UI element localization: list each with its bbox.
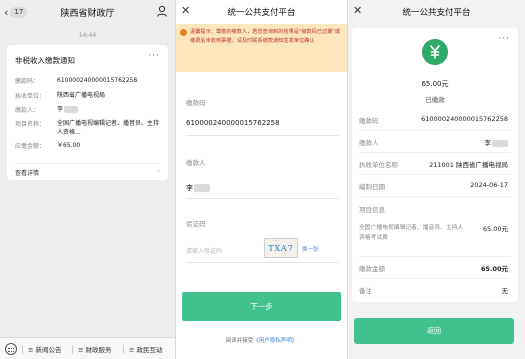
row-divider [359,152,511,153]
row-value-code: 610000240000015762258 [57,77,138,84]
captcha-image[interactable]: TXA7 [264,238,298,258]
captcha-label: 验证码 [186,220,206,228]
chevron-right-icon: › [157,167,160,175]
receipt-card: ··· 65.00元 已缴款 缴款码 610000240000015762258… [352,28,518,302]
row-divider [359,278,511,279]
paid-amount: 65.00元 [421,80,449,88]
card-title: 非税收入缴款通知 [15,56,75,65]
payer-label: 缴款人 [186,159,206,167]
row-value-unit: 211001 陕西省广播电视局 [429,161,508,169]
row-value-date: 2024-06-17 [470,181,508,189]
row-value-payer: 李 [57,105,161,114]
message-timestamp: 14:44 [78,32,97,39]
row-divider [359,196,511,197]
row-value-payer: 李 [485,137,508,147]
return-button[interactable]: 返回 [354,318,514,344]
next-button[interactable]: 下一步 [182,292,341,321]
row-divider [359,174,511,175]
row-value-amount: ￥65.00 [57,142,81,149]
keyboard-icon[interactable] [5,343,17,355]
remark-value: 无 [501,287,509,295]
payment-form-screen: ✕ 统一公共支付平台 温馨提示：尊敬的缴款人，若您查询到的结果是"缴款码已过期"… [176,0,347,359]
row-divider [359,256,511,257]
item-section-title: 项目信息 [359,206,385,214]
chat-header: ‹ 17 陕西省财政厅 [0,0,175,24]
payment-status: 已缴款 [425,96,445,104]
field-underline [186,198,339,199]
row-label-payer: 缴款人： [15,107,40,114]
privacy-link[interactable]: 《用户隐私声明》 [253,338,297,344]
row-divider [359,130,511,131]
row-label-unit: 执收单位名称 [359,161,398,169]
payer-field[interactable]: 李 [186,183,210,193]
menu-item-interaction[interactable]: ≡ 政民互动 [129,344,163,354]
view-details-link[interactable]: 查看详情 [15,168,39,177]
captcha-input[interactable]: 请输入验证码 [186,246,222,255]
notice-banner: 温馨提示：尊敬的缴款人，若您查询到的结果是"缴款码已过期"或缴费后未收到票据，请… [176,24,347,72]
field-underline [186,262,339,263]
warning-icon [180,29,187,36]
code-field[interactable]: 610000240000015762258 [186,119,280,127]
notice-text: 温馨提示：尊敬的缴款人，若您查询到的结果是"缴款码已过期"或缴费后未收到票据，请… [190,29,341,44]
receipt-screen: ✕ 统一公共支付平台 ··· 65.00元 已缴款 缴款码 6100002400… [348,0,525,359]
total-label: 缴款金额 [359,265,385,273]
page-title: 统一公共支付平台 [402,8,471,18]
row-label-code: 缴款码： [15,78,40,85]
captcha-refresh-link[interactable]: 换一张 [302,245,319,253]
menu-item-news[interactable]: ≡ 新闻公告 [28,344,62,354]
row-label-payer: 缴款人 [359,139,379,147]
account-menu-bar: ≡ 新闻公告 ≡ 财政服务 ≡ 政民互动 [0,337,175,359]
page-title: 统一公共支付平台 [227,8,296,18]
payment-logo-icon [422,39,448,65]
row-label-date: 编制日期 [359,183,385,191]
menu-divider [123,345,124,354]
chat-screen: ‹ 17 陕西省财政厅 14:44 非税收入缴款通知 ··· 缴款码： 6100… [0,0,175,359]
field-underline [186,135,339,136]
menu-divider [72,345,73,354]
code-label: 缴款码 [186,99,206,107]
remark-label: 备注 [359,287,372,295]
row-label-amount: 应缴金额： [15,143,46,150]
total-value: 65.00元 [480,265,508,273]
row-value-unit: 陕西省广播电视局 [57,92,106,99]
row-label-item: 项目名称： [15,121,46,128]
payment-notice-card[interactable]: 非税收入缴款通知 ··· 缴款码： 610000240000015762258 … [7,45,168,180]
row-label-unit: 执收单位： [15,93,46,100]
row-value-code: 610000240000015762258 [421,115,508,123]
row-label-code: 缴款码 [359,117,379,125]
person-icon[interactable] [155,4,169,18]
privacy-agreement: 阅读并接受《用户隐私声明》 [225,338,298,344]
row-value-item: 全国广播电视编辑记者、播音员、主持人资格... [57,120,160,136]
more-icon[interactable]: ··· [148,51,160,61]
item-amount: 65.00元 [482,225,508,233]
card-divider [15,163,160,164]
item-name: 全国广播电视编辑记者、播音员、主持人资格考试费 [359,225,464,241]
chat-title: 陕西省财政厅 [60,9,115,19]
menu-divider [22,345,23,354]
more-icon[interactable]: ··· [498,34,510,44]
menu-item-finance[interactable]: ≡ 财政服务 [78,344,112,354]
